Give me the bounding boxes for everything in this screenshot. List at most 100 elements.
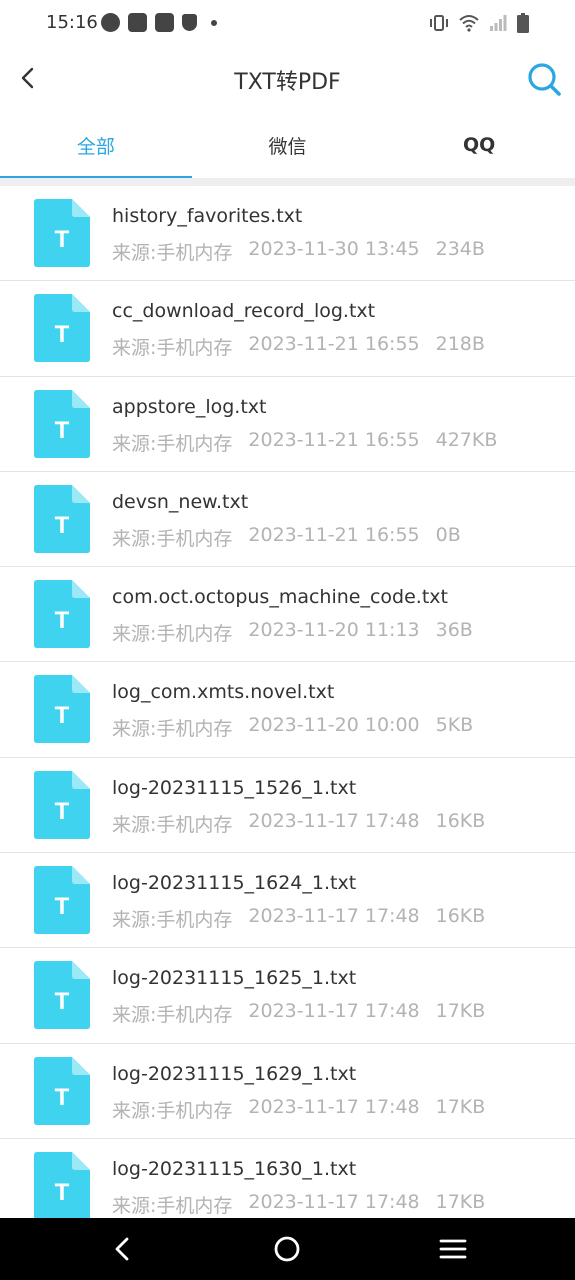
file-size: 17KB (435, 1095, 486, 1118)
nav-home-button[interactable] (270, 1232, 304, 1266)
vibrate-icon (430, 15, 448, 31)
file-icon-letter: T (55, 512, 70, 539)
mail-icon (128, 13, 147, 32)
search-button[interactable] (523, 58, 565, 100)
file-row[interactable]: Tlog-20231115_1625_1.txt 来源:手机内存 2023-11-1… (0, 948, 575, 1044)
more-notifications-icon (211, 19, 217, 26)
txt-file-icon: T (34, 1151, 90, 1218)
file-date: 2023-11-21 16:55 (248, 523, 420, 546)
app-bar: TXT转PDF (0, 46, 575, 112)
file-name: log-20231115_1629_1.txt (112, 1062, 357, 1085)
file-size: 0B (435, 523, 461, 546)
file-icon-letter: T (55, 607, 70, 634)
file-date: 2023-11-20 11:13 (248, 619, 420, 642)
file-source: 来源:手机内存 (112, 1194, 233, 1217)
signal-icon (490, 15, 507, 31)
file-icon-letter: T (55, 226, 70, 253)
file-name: devsn_new.txt (112, 490, 249, 513)
nav-back-button[interactable] (105, 1232, 139, 1266)
back-icon (115, 1237, 129, 1261)
file-meta: 来源:手机内存 2023-11-17 17:48 17KB (112, 1191, 485, 1218)
file-row[interactable]: Tlog-20231115_1630_1.txt 来源:手机内存 2023-11-1… (0, 1138, 575, 1218)
file-date: 2023-11-21 16:55 (248, 333, 420, 356)
search-icon (528, 63, 561, 96)
file-size: 17KB (435, 1190, 486, 1213)
menu-icon (439, 1239, 467, 1259)
txt-file-icon: T (34, 675, 90, 744)
source-tabs: 全部 微信 QQ (0, 112, 575, 178)
file-row[interactable]: Tcom.oct.octopus_machine_code.txt 来源:手机内存… (0, 567, 575, 663)
file-size: 427KB (435, 428, 498, 451)
tab-qq[interactable]: QQ (383, 112, 575, 178)
file-row[interactable]: Tdevsn_new.txt 来源:手机内存 2023-11-21 16:55 0B (0, 471, 575, 568)
file-icon-letter: T (55, 988, 70, 1015)
file-row[interactable]: Tlog-20231115_1526_1.txt 来源:手机内存 2023-11-1… (0, 757, 575, 854)
file-meta: 来源:手机内存 2023-11-17 17:48 17KB (112, 1000, 485, 1027)
txt-file-icon: T (34, 484, 90, 553)
file-row[interactable]: Thistory_favorites.txt 来源:手机内存 2023-11-30 … (0, 186, 575, 282)
file-name: history_favorites.txt (112, 205, 303, 227)
file-row[interactable]: Tcc_download_record_log.txt 来源:手机内存 2023-1… (0, 281, 575, 377)
txt-file-icon: T (34, 770, 90, 839)
file-name: log-20231115_1630_1.txt (112, 1157, 357, 1180)
file-source: 来源:手机内存 (112, 1099, 233, 1122)
file-size: 16KB (435, 809, 486, 832)
file-row[interactable]: Tlog-20231115_1624_1.txt 来源:手机内存 2023-11-1… (0, 853, 575, 949)
txt-file-icon: T (34, 961, 90, 1030)
file-date: 2023-11-21 16:55 (248, 428, 420, 451)
divider (0, 178, 575, 186)
wifi-icon (459, 15, 479, 32)
txt-file-icon: T (34, 1056, 90, 1125)
compass-icon (101, 13, 120, 32)
nav-menu-button[interactable] (436, 1232, 470, 1266)
system-nav-bar (0, 1218, 575, 1280)
file-list[interactable]: Thistory_favorites.txt 来源:手机内存 2023-11-30 … (0, 186, 575, 1218)
file-size: 16KB (435, 905, 486, 928)
page-title: TXT转PDF (234, 70, 341, 95)
file-icon-letter: T (55, 1179, 70, 1206)
file-source: 来源:手机内存 (112, 813, 233, 836)
file-icon-letter: T (55, 321, 70, 348)
file-meta: 来源:手机内存 2023-11-21 16:55 427KB (112, 429, 497, 456)
file-icon-letter: T (55, 893, 70, 920)
file-date: 2023-11-20 10:00 (248, 714, 420, 737)
file-row[interactable]: Tlog-20231115_1629_1.txt 来源:手机内存 2023-11-1… (0, 1043, 575, 1139)
file-date: 2023-11-17 17:48 (248, 1000, 420, 1023)
file-name: log_com.xmts.novel.txt (112, 681, 335, 704)
notification-icons (101, 13, 217, 32)
file-row[interactable]: Tappstore_log.txt 来源:手机内存 2023-11-21 16:55… (0, 376, 575, 472)
txt-file-icon: T (34, 580, 90, 649)
file-row[interactable]: Tlog_com.xmts.novel.txt 来源:手机内存 2023-11-20… (0, 662, 575, 758)
file-meta: 来源:手机内存 2023-11-17 17:48 16KB (112, 905, 485, 932)
status-time: 15:16 (46, 12, 98, 33)
file-date: 2023-11-30 13:45 (248, 238, 420, 260)
txt-file-icon: T (34, 866, 90, 935)
file-size: 36B (435, 619, 473, 642)
system-icons (429, 13, 529, 33)
file-icon-letter: T (55, 417, 70, 444)
file-size: 218B (435, 333, 485, 356)
file-source: 来源:手机内存 (112, 242, 233, 264)
file-name: com.oct.octopus_machine_code.txt (112, 586, 448, 609)
shield-icon (182, 14, 197, 31)
tab-all[interactable]: 全部 (0, 112, 192, 178)
file-icon-letter: T (55, 798, 70, 825)
file-meta: 来源:手机内存 2023-11-17 17:48 16KB (112, 810, 485, 837)
file-source: 来源:手机内存 (112, 432, 233, 455)
file-meta: 来源:手机内存 2023-11-21 16:55 0B (112, 524, 461, 551)
file-date: 2023-11-17 17:48 (248, 905, 420, 928)
file-date: 2023-11-17 17:48 (248, 809, 420, 832)
file-source: 来源:手机内存 (112, 909, 233, 932)
tab-wechat[interactable]: 微信 (192, 112, 384, 178)
file-source: 来源:手机内存 (112, 527, 233, 550)
home-icon (274, 1236, 300, 1262)
file-meta: 来源:手机内存 2023-11-20 11:13 36B (112, 619, 473, 646)
file-size: 234B (435, 238, 485, 260)
file-source: 来源:手机内存 (112, 337, 233, 360)
file-source: 来源:手机内存 (112, 623, 233, 646)
file-name: appstore_log.txt (112, 395, 267, 418)
file-name: cc_download_record_log.txt (112, 300, 376, 323)
file-meta: 来源:手机内存 2023-11-30 13:45 234B (112, 238, 485, 265)
file-name: log-20231115_1624_1.txt (112, 872, 357, 895)
file-source: 来源:手机内存 (112, 1004, 233, 1027)
